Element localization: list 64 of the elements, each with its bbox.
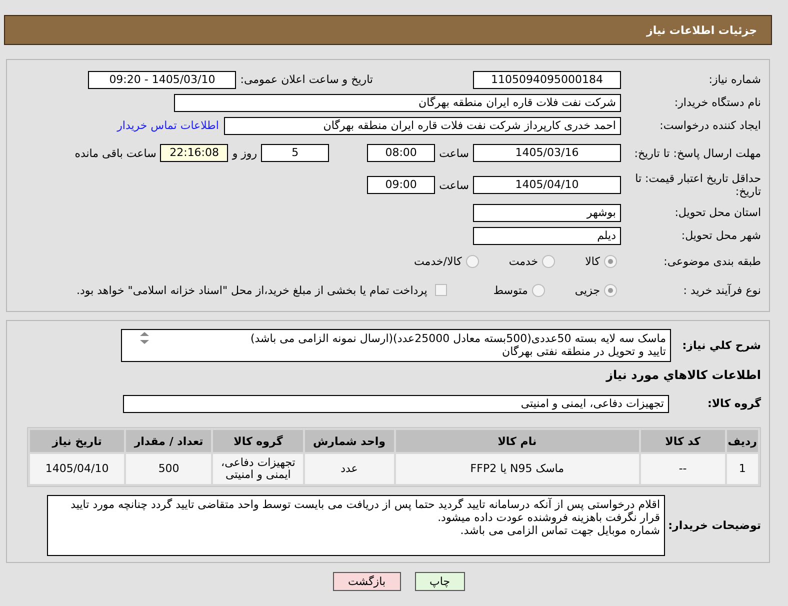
field-label: مهلت ارسال پاسخ: تا تاریخ: [633, 146, 761, 160]
table-cell: 1405/04/10 [30, 454, 124, 484]
input-field[interactable]: 09:00 [367, 176, 436, 194]
input-field[interactable]: دیلم [473, 226, 621, 244]
field-label: حداقل تاریخ اعتبار قیمت: تا تاریخ: [634, 172, 761, 198]
radio-button[interactable] [532, 284, 545, 296]
input-field[interactable]: شرکت نفت فلات قاره ایران منطقه بهرگان [174, 94, 621, 112]
input-field[interactable]: 1105094095000184 [473, 70, 621, 88]
input-field[interactable]: 1405/03/10 - 09:20 [88, 70, 236, 88]
contact-link[interactable]: اطلاعات تماس خریدار [117, 119, 219, 132]
checkbox[interactable] [435, 284, 448, 296]
table-cell: ماسک N95 یا FFP2 [396, 454, 639, 484]
column-header: گروه کالا [213, 430, 303, 452]
field-label: طبقه بندی موضوعی: [662, 254, 761, 268]
field-label: ساعت [439, 178, 469, 192]
section-title: اطلاعات کالاهاي مورد نياز [604, 368, 761, 382]
field-label: تاریخ و ساعت اعلان عمومی: [240, 73, 373, 86]
radio-button[interactable] [604, 284, 617, 296]
table-cell: -- [640, 454, 725, 484]
scroll-arrows-icon[interactable] [140, 332, 148, 344]
field-label: روز و [232, 146, 258, 160]
field-label: شهر محل تحویل: [680, 229, 761, 242]
field-label: پرداخت تمام یا بخشی از مبلغ خرید،از محل "اسناد خزانه اسلامی" خواهد بود. [76, 284, 428, 296]
field-label: توضیحات خریدار: [667, 519, 761, 532]
radio-button[interactable] [542, 254, 556, 268]
column-header: نام کالا [396, 430, 639, 452]
input-field[interactable]: 5 [261, 144, 330, 162]
table-cell: 1 [726, 454, 758, 484]
radio-button[interactable] [466, 254, 479, 268]
field-label: ایجاد کننده درخواست: [658, 119, 761, 132]
radio-button[interactable] [604, 254, 617, 268]
input-field[interactable]: 1405/04/10 [473, 176, 621, 194]
field-label: شماره نیاز: [708, 73, 761, 86]
column-header: تعداد / مقدار [126, 430, 212, 452]
field-label: استان محل تحویل: [674, 206, 761, 219]
print-button[interactable]: چاپ [414, 572, 466, 591]
field-label: نام دستگاه خریدار: [673, 96, 761, 109]
notes-field[interactable]: اقلام درخواستی پس از آنکه درسامانه تایید گردید حتما پس از دریافت می بایست توسط واحد متقاضی تایید گردد چنانچه مورد تایید قرار نگرفت باهزینه فروشنده عودت داده میشود. شماره موبایل جهت تماس الزامی می باشد. [47, 495, 665, 556]
table-cell: 500 [126, 454, 212, 484]
field-label: گروه کالا: [706, 397, 761, 410]
input-field[interactable]: بوشهر [473, 204, 621, 222]
column-header: ردیف [726, 430, 758, 452]
input-field[interactable]: احمد خدری کارپرداز شرکت نفت فلات قاره ایران منطقه بهرگان [224, 116, 621, 134]
input-field[interactable]: 22:16:08 [160, 144, 228, 162]
option-label: کالا/خدمت [414, 254, 462, 268]
input-field[interactable]: 08:00 [367, 144, 436, 162]
field-label: شرح کلي نياز: [681, 339, 761, 352]
option-label: جزیی [574, 284, 600, 296]
field-label: ساعت [439, 146, 469, 160]
field-label: ساعت باقی مانده [74, 146, 156, 160]
column-header: تاریخ نیاز [30, 430, 124, 452]
page-title: جزئیات اطلاعات نیاز [646, 24, 757, 36]
option-label: خدمت [508, 254, 538, 268]
description-field[interactable]: ماسک سه لایه بسته 50عددی(500بسته معادل 25000عدد)(ارسال نمونه الزامی می باشد) تایید و تحویل در منطقه نفتی بهرگان [121, 329, 671, 362]
input-field[interactable]: تجهیزات دفاعی، ایمنی و امنیتی [123, 394, 669, 412]
field-label: نوع فرآیند خرید : [682, 284, 761, 296]
table-cell: تجهیزات دفاعی، ایمنی و امنیتی [213, 454, 303, 484]
option-label: متوسط [493, 284, 528, 296]
input-field[interactable]: 1405/03/16 [473, 144, 621, 162]
column-header: واحد شمارش [304, 430, 394, 452]
back-button[interactable]: بازگشت [332, 572, 401, 591]
table-cell: عدد [304, 454, 394, 484]
option-label: کالا [585, 254, 600, 268]
column-header: کد کالا [640, 430, 725, 452]
